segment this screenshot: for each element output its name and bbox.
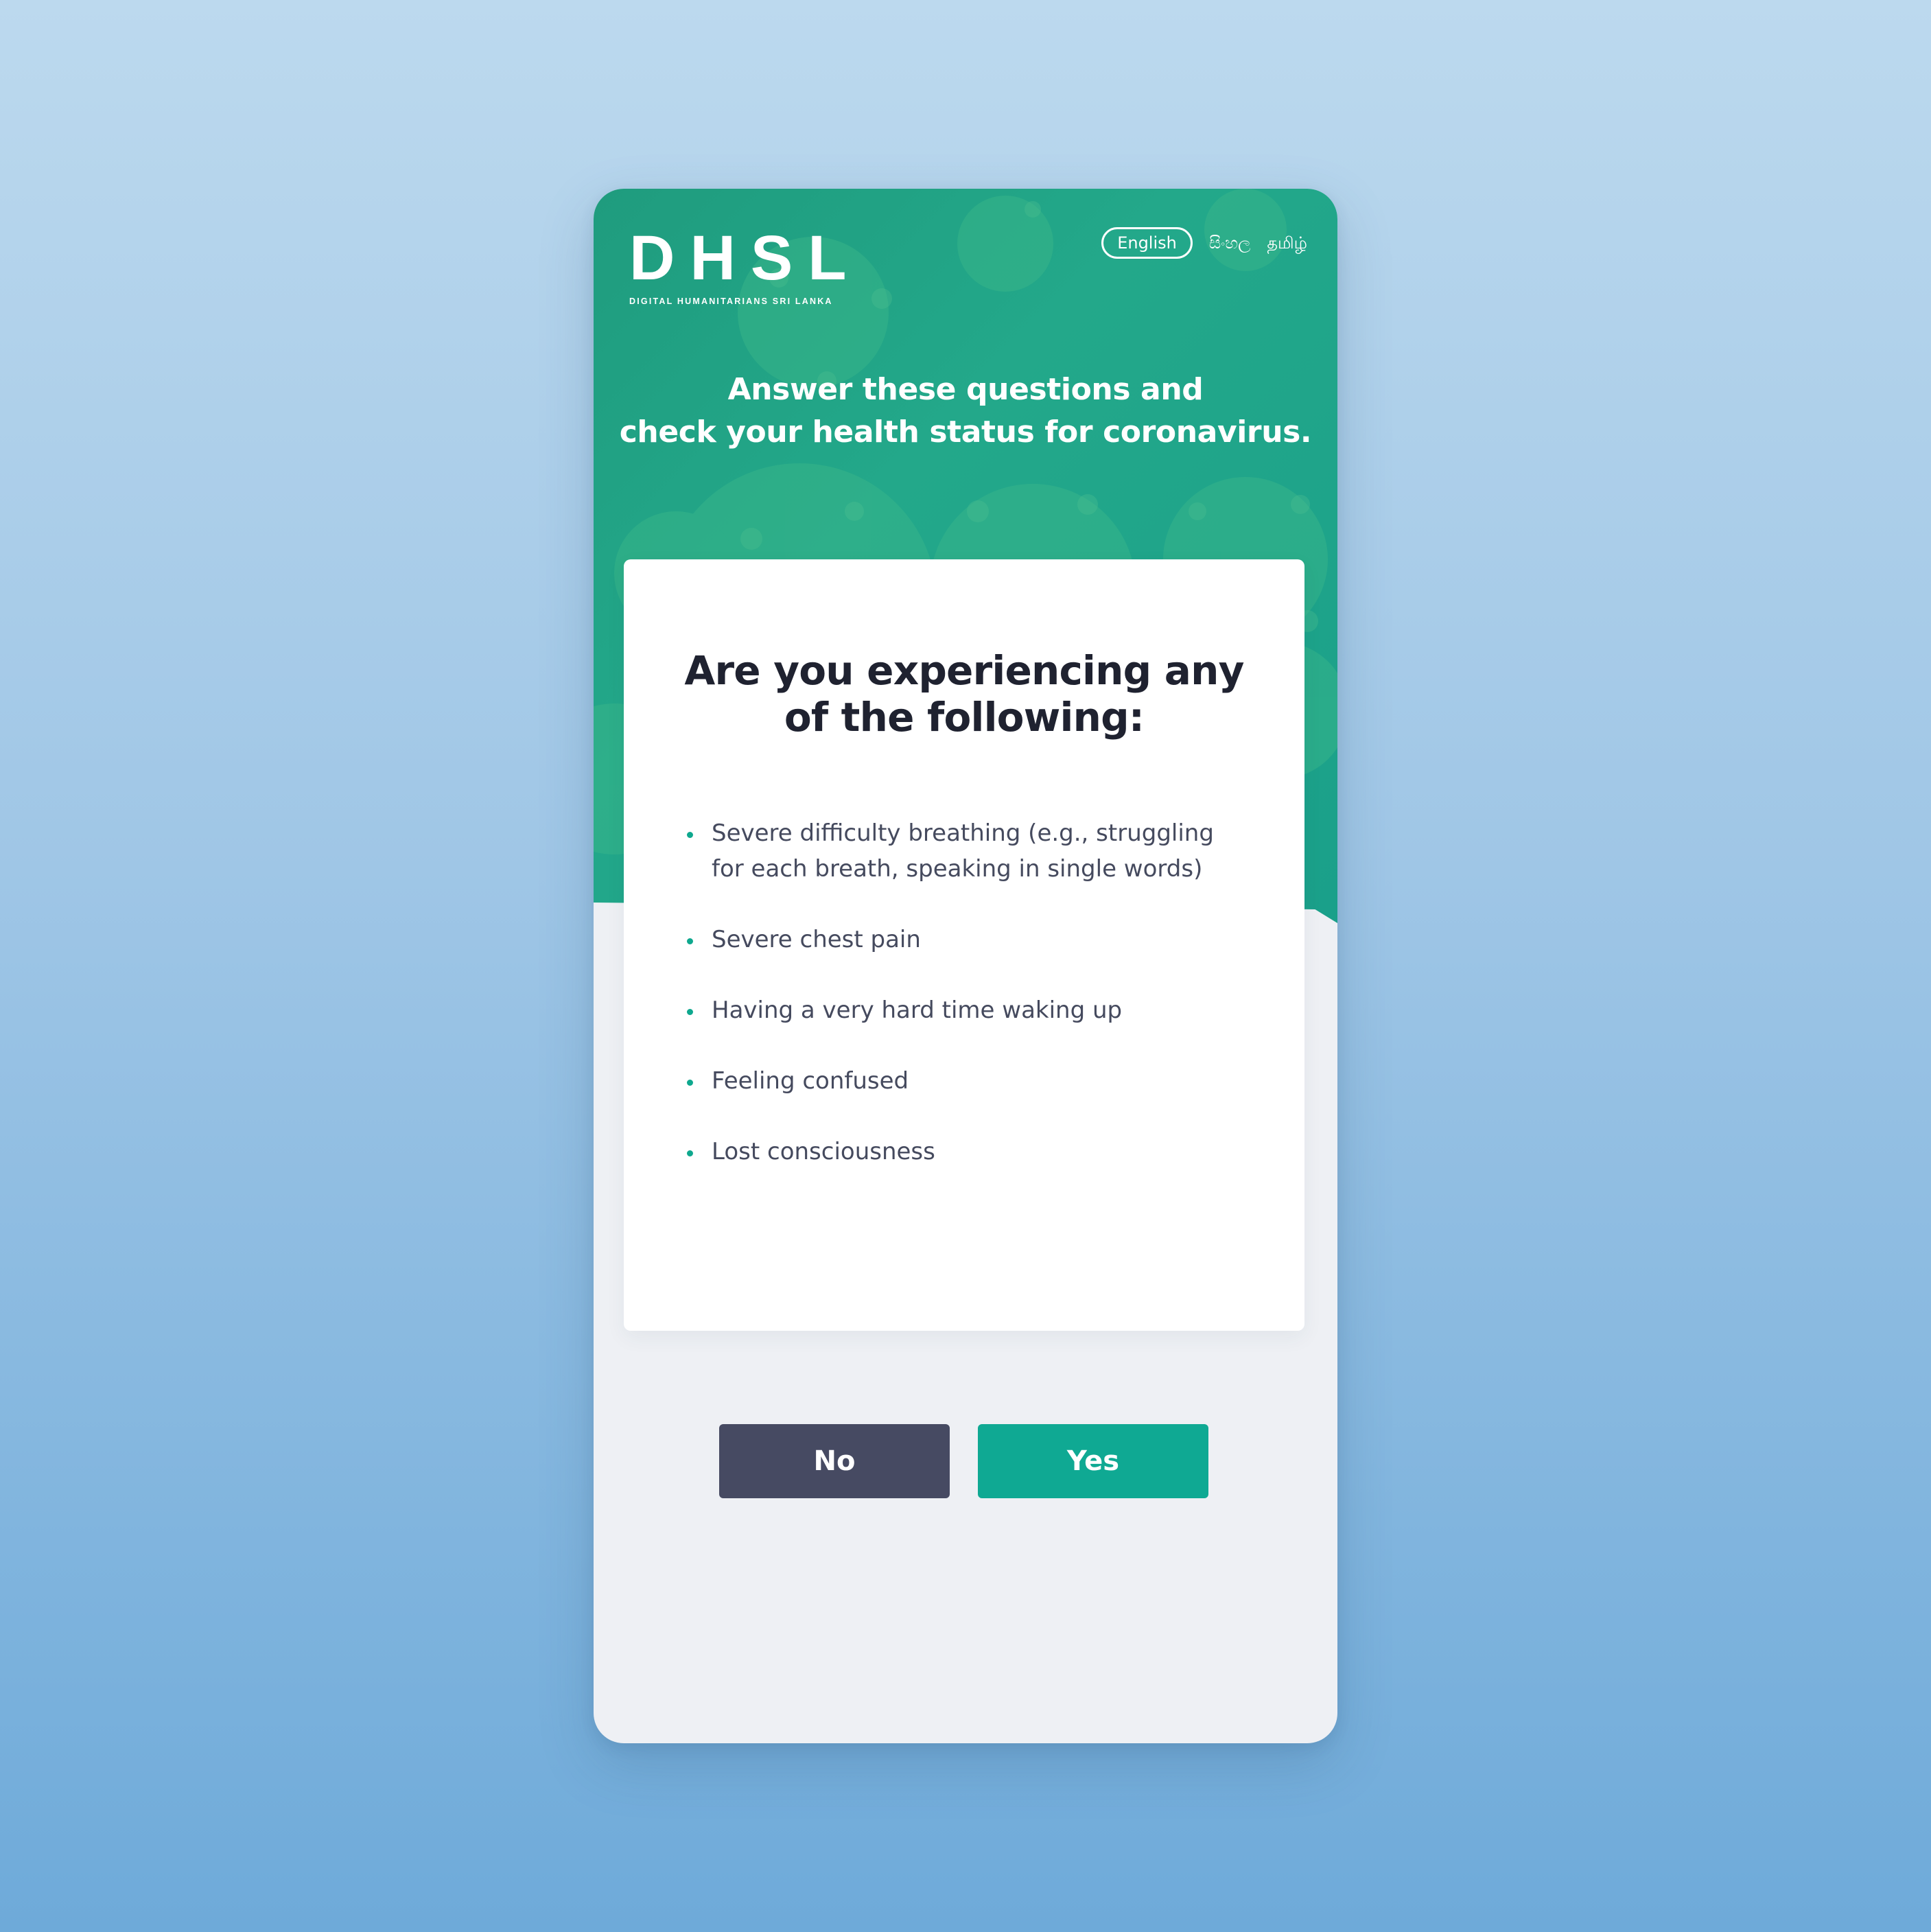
bullet-icon	[687, 1080, 693, 1086]
bullet-icon	[687, 1150, 693, 1156]
bullet-icon	[687, 832, 693, 838]
symptom-text: Severe chest pain	[712, 926, 921, 953]
symptom-text: Lost consciousness	[712, 1138, 935, 1165]
language-switcher: English සිංහල தமிழ்	[1101, 227, 1307, 259]
symptom-text: Feeling confused	[712, 1067, 909, 1095]
no-button[interactable]: No	[719, 1424, 950, 1498]
dhsl-logo: DHSL DIGITAL HUMANITARIANS SRI LANKA	[629, 226, 861, 306]
symptom-text: Severe difficulty breathing (e.g., strug…	[712, 819, 1214, 883]
yes-button[interactable]: Yes	[978, 1424, 1208, 1498]
question-title-line-2: of the following:	[784, 694, 1145, 741]
logo-subtitle: DIGITAL HUMANITARIANS SRI LANKA	[629, 296, 833, 306]
lang-tamil[interactable]: தமிழ்	[1267, 235, 1307, 251]
symptom-text: Having a very hard time waking up	[712, 997, 1123, 1024]
question-title-line-1: Are you experiencing any	[684, 647, 1244, 694]
bullet-icon	[687, 938, 693, 944]
lang-english[interactable]: English	[1101, 227, 1193, 259]
symptom-item: Severe chest pain	[687, 922, 1250, 957]
lang-sinhala[interactable]: සිංහල	[1209, 235, 1251, 251]
logo-mark: DHSL	[629, 223, 862, 293]
hero-headline: Answer these questions and check your he…	[594, 369, 1337, 454]
question-title: Are you experiencing any of the followin…	[624, 647, 1304, 741]
question-card: Are you experiencing any of the followin…	[624, 559, 1304, 1331]
symptom-item: Having a very hard time waking up	[687, 992, 1250, 1028]
symptom-item: Feeling confused	[687, 1063, 1250, 1099]
headline-line-1: Answer these questions and	[727, 372, 1204, 407]
headline-line-2: check your health status for coronavirus…	[619, 415, 1312, 450]
bullet-icon	[687, 1009, 693, 1015]
app-frame: DHSL DIGITAL HUMANITARIANS SRI LANKA Eng…	[594, 189, 1337, 1743]
symptom-item: Severe difficulty breathing (e.g., strug…	[687, 815, 1250, 887]
symptom-item: Lost consciousness	[687, 1134, 1250, 1169]
